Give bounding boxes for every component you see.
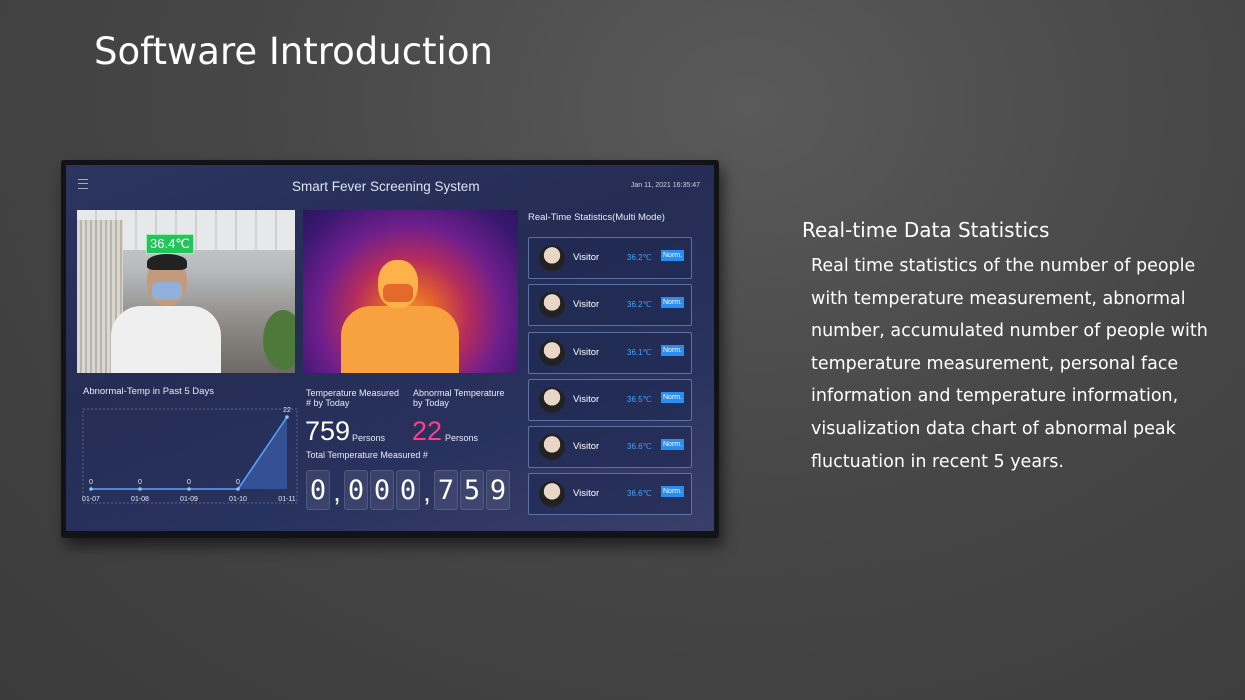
list-item[interactable]: Visitor 36.6℃ Norm. <box>528 426 692 469</box>
slide-title: Software Introduction <box>94 30 493 73</box>
visitor-name: Visitor <box>573 441 600 453</box>
counter-digit: 7 <box>434 470 458 510</box>
avatar <box>539 292 565 319</box>
x-tick-label: 01-08 <box>131 496 149 503</box>
section-body: Real time statistics of the number of pe… <box>811 256 1208 472</box>
measured-label: Temperature Measured # by Today <box>306 388 400 408</box>
x-tick-label: 01-09 <box>180 496 198 503</box>
visitor-name: Visitor <box>573 252 600 263</box>
counter-digit: 9 <box>486 470 510 510</box>
camera-feed-thermal <box>303 210 518 373</box>
realtime-title: Real-Time Statistics(Multi Mode) <box>528 212 665 223</box>
data-point <box>89 487 93 491</box>
counter-digit: 0 <box>344 470 368 510</box>
total-counter: 0,000,759 <box>306 470 510 514</box>
visitor-temperature: 36.1℃ <box>627 347 652 357</box>
x-tick-label: 01-11 <box>278 496 295 503</box>
counter-digit: 0 <box>370 470 394 510</box>
visitor-temperature: 36.6℃ <box>627 489 652 499</box>
data-point <box>138 487 142 491</box>
app-title: Smart Fever Screening System <box>292 179 480 194</box>
list-item[interactable]: Visitor 36.1℃ Norm. <box>528 331 692 374</box>
status-badge: Norm. <box>661 344 685 356</box>
counter-digit: 5 <box>460 470 484 510</box>
list-item[interactable]: Visitor 36.6℃ Norm. <box>528 473 692 516</box>
monitor-frame: Smart Fever Screening System Jan 11, 202… <box>61 160 719 538</box>
data-label: 0 <box>89 479 93 486</box>
visitor-name: Visitor <box>573 346 600 358</box>
abnormal-count: 22 <box>412 416 443 446</box>
visitor-temperature: 36.2℃ <box>627 253 652 262</box>
counter-separator: , <box>333 477 341 507</box>
data-label: 22 <box>283 407 291 414</box>
avatar <box>539 339 565 366</box>
data-label: 0 <box>236 479 240 486</box>
total-label: Total Temperature Measured # <box>306 450 428 460</box>
counter-digit: 0 <box>396 470 420 510</box>
status-badge: Norm. <box>661 439 685 451</box>
visitor-name: Visitor <box>573 299 600 311</box>
data-label: 0 <box>187 479 191 486</box>
temperature-badge: 36.4℃ <box>146 234 194 254</box>
x-tick-label: 01-07 <box>82 496 100 503</box>
avatar <box>539 245 565 271</box>
measured-unit: Persons <box>352 433 386 443</box>
abnormal-label: Abnormal Temperature by Today <box>413 388 505 408</box>
status-badge: Norm. <box>661 297 685 309</box>
list-item[interactable]: Visitor 36.5℃ Norm. <box>528 378 692 421</box>
section-heading: Real-time Data Statistics <box>802 218 1050 242</box>
status-badge: Norm. <box>661 391 685 403</box>
status-badge: Norm. <box>661 486 685 498</box>
counter-digit: 0 <box>306 470 330 510</box>
visitor-temperature: 36.6℃ <box>627 442 652 452</box>
abnormal-unit: Persons <box>445 433 479 443</box>
avatar <box>539 434 565 461</box>
abnormal-temp-chart: 0 01-07 0 01-08 0 01-09 0 01-10 22 01-11 <box>82 407 298 504</box>
data-point <box>285 415 289 419</box>
app-screen: Smart Fever Screening System Jan 11, 202… <box>66 165 714 531</box>
realtime-list: Visitor 36.2℃ Norm. Visitor 36.2℃ Norm. Visito… <box>528 237 692 521</box>
visitor-temperature: 36.5℃ <box>627 394 652 404</box>
data-label: 0 <box>138 479 142 486</box>
data-point <box>236 487 240 491</box>
avatar <box>539 386 565 413</box>
list-item[interactable]: Visitor 36.2℃ Norm. <box>528 284 692 327</box>
measured-count: 759 <box>305 416 351 446</box>
chart-title: Abnormal-Temp in Past 5 Days <box>83 386 214 397</box>
status-badge: Norm. <box>661 250 685 261</box>
list-item[interactable]: Visitor 36.2℃ Norm. <box>528 237 692 279</box>
counter-separator: , <box>423 477 431 507</box>
avatar <box>539 481 565 508</box>
menu-icon[interactable] <box>78 179 88 189</box>
x-tick-label: 01-10 <box>229 496 247 503</box>
visitor-name: Visitor <box>573 488 600 500</box>
datetime: Jan 11, 2021 16:35:47 <box>630 182 700 189</box>
visitor-temperature: 36.2℃ <box>627 300 652 310</box>
visitor-name: Visitor <box>573 393 600 405</box>
camera-feed-rgb: 36.4℃ <box>77 210 295 373</box>
data-point <box>187 487 191 491</box>
